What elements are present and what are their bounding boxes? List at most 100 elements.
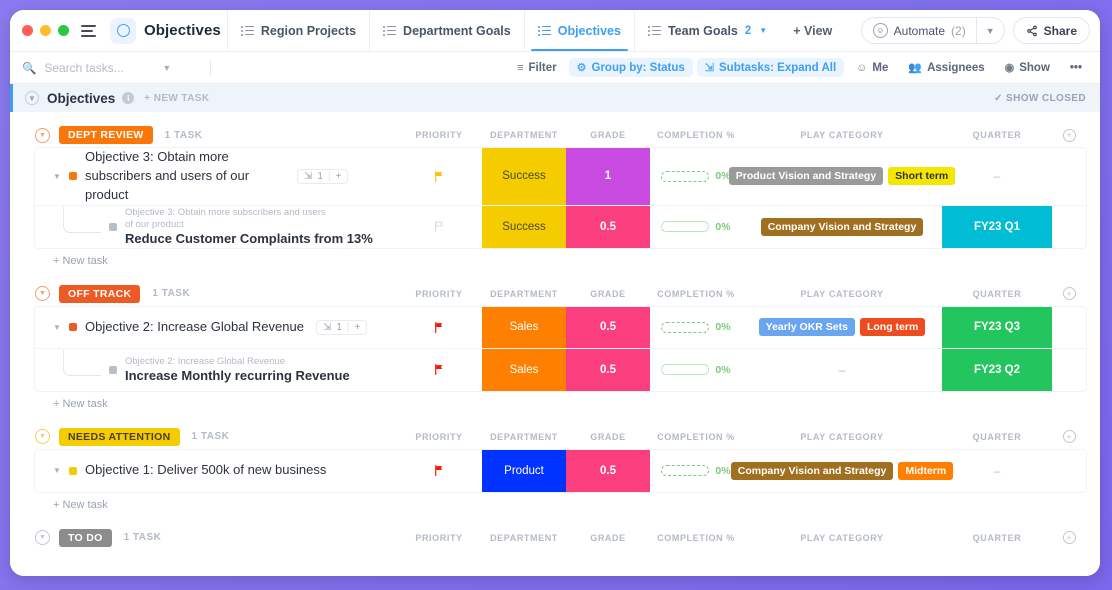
table-row[interactable]: ▼ Objective 1: Deliver 500k of new busine…: [35, 450, 1086, 492]
window-controls[interactable]: [22, 25, 69, 36]
group-by-button[interactable]: ⚙ Group by: Status: [569, 58, 693, 77]
expand-icon[interactable]: ▼: [53, 172, 61, 181]
collapse-group-icon[interactable]: ▼: [35, 128, 50, 143]
automate-button[interactable]: ☺ Automate (2) ▼: [861, 17, 1005, 44]
menu-icon[interactable]: [81, 25, 96, 37]
filter-button[interactable]: ≡ Filter: [509, 59, 565, 77]
completion-cell[interactable]: 0%: [650, 349, 742, 391]
expand-icon[interactable]: ▼: [53, 323, 61, 332]
column-header[interactable]: PRIORITY: [396, 289, 482, 299]
grade-cell[interactable]: 1: [566, 148, 650, 205]
column-header[interactable]: GRADE: [566, 289, 650, 299]
chevron-down-icon[interactable]: ▼: [162, 63, 171, 73]
tab-team-goals[interactable]: Team Goals 2 ▼: [634, 10, 780, 51]
column-header[interactable]: QUARTER: [942, 533, 1052, 543]
column-header[interactable]: GRADE: [566, 533, 650, 543]
assignees-button[interactable]: 👥 Assignees: [900, 58, 992, 77]
task-title[interactable]: Objective 2: Increase Global Revenue: [85, 318, 304, 337]
me-filter-button[interactable]: ☺ Me: [848, 59, 896, 77]
grade-cell[interactable]: 0.5: [566, 307, 650, 348]
subtask-count-badge[interactable]: ⇲1|+: [316, 320, 367, 335]
chevron-down-icon[interactable]: ▼: [759, 26, 767, 35]
row-actions[interactable]: [1052, 206, 1086, 248]
show-closed-button[interactable]: ✓ SHOW CLOSED: [994, 93, 1086, 104]
column-header[interactable]: DEPARTMENT: [482, 533, 566, 543]
column-header[interactable]: PLAY CATEGORY: [742, 130, 942, 140]
play-category-tag[interactable]: Long term: [860, 318, 925, 336]
task-title[interactable]: Reduce Customer Complaints from 13%: [125, 231, 373, 246]
new-task-row[interactable]: + New task: [10, 492, 1100, 515]
column-header[interactable]: PLAY CATEGORY: [742, 533, 942, 543]
column-header[interactable]: COMPLETION %: [650, 432, 742, 442]
completion-cell[interactable]: 0%: [650, 307, 742, 348]
tab-department-goals[interactable]: Department Goals: [369, 10, 524, 51]
priority-cell[interactable]: [396, 349, 482, 391]
task-title[interactable]: Objective 3: Obtain more subscribers and…: [85, 148, 285, 205]
collapse-group-icon[interactable]: ▼: [35, 429, 50, 444]
task-list-area[interactable]: ▼ Objectives i + NEW TASK ✓ SHOW CLOSED …: [10, 84, 1100, 576]
tab-objectives[interactable]: Objectives: [524, 10, 634, 51]
maximize-window-icon[interactable]: [58, 25, 69, 36]
subtasks-button[interactable]: ⇲ Subtasks: Expand All: [697, 58, 844, 77]
grade-cell[interactable]: 0.5: [566, 349, 650, 391]
status-dot-icon[interactable]: [69, 323, 77, 331]
status-badge[interactable]: TO DO: [59, 529, 112, 547]
quarter-cell[interactable]: –: [942, 450, 1052, 492]
task-title[interactable]: Objective 1: Deliver 500k of new busines…: [85, 461, 326, 480]
department-cell[interactable]: Product: [482, 450, 566, 492]
column-header[interactable]: COMPLETION %: [650, 289, 742, 299]
row-actions[interactable]: [1052, 148, 1086, 205]
department-cell[interactable]: Sales: [482, 349, 566, 391]
department-cell[interactable]: Sales: [482, 307, 566, 348]
column-header[interactable]: QUARTER: [942, 432, 1052, 442]
task-title[interactable]: Increase Monthly recurring Revenue: [125, 368, 350, 383]
add-column-button[interactable]: +: [1052, 287, 1086, 300]
status-dot-icon[interactable]: [109, 366, 117, 374]
add-column-button[interactable]: +: [1052, 129, 1086, 142]
status-dot-icon[interactable]: [69, 172, 77, 180]
status-badge[interactable]: DEPT REVIEW: [59, 126, 153, 144]
task-name-cell[interactable]: Objective 2: Increase Global RevenueIncr…: [35, 349, 396, 391]
collapse-section-icon[interactable]: ▼: [25, 91, 39, 105]
more-options-button[interactable]: •••: [1062, 59, 1090, 77]
quarter-cell[interactable]: FY23 Q1: [942, 206, 1052, 248]
play-category-tag[interactable]: Yearly OKR Sets: [759, 318, 855, 336]
column-header[interactable]: PRIORITY: [396, 432, 482, 442]
quarter-cell[interactable]: FY23 Q3: [942, 307, 1052, 348]
completion-cell[interactable]: 0%: [650, 206, 742, 248]
new-task-button[interactable]: + NEW TASK: [144, 93, 209, 104]
add-column-button[interactable]: +: [1052, 430, 1086, 443]
tab-region-projects[interactable]: Region Projects: [227, 10, 369, 51]
play-category-tag[interactable]: Company Vision and Strategy: [761, 218, 924, 236]
table-row[interactable]: Objective 2: Increase Global RevenueIncr…: [35, 349, 1086, 391]
completion-cell[interactable]: 0%: [650, 450, 742, 492]
column-header[interactable]: DEPARTMENT: [482, 130, 566, 140]
column-header[interactable]: GRADE: [566, 130, 650, 140]
quarter-cell[interactable]: –: [942, 148, 1052, 205]
department-cell[interactable]: Success: [482, 148, 566, 205]
column-header[interactable]: PLAY CATEGORY: [742, 289, 942, 299]
search-box[interactable]: 🔍 ▼: [22, 61, 202, 75]
add-view-button[interactable]: + View: [780, 10, 845, 51]
task-name-cell[interactable]: Objective 3: Obtain more subscribers and…: [35, 206, 396, 248]
priority-cell[interactable]: [396, 148, 482, 205]
play-category-cell[interactable]: Company Vision and Strategy: [742, 206, 942, 248]
play-category-cell[interactable]: –: [742, 349, 942, 391]
column-header[interactable]: COMPLETION %: [650, 130, 742, 140]
table-row[interactable]: Objective 3: Obtain more subscribers and…: [35, 206, 1086, 248]
status-dot-icon[interactable]: [69, 467, 77, 475]
expand-icon[interactable]: ▼: [53, 466, 61, 475]
play-category-cell[interactable]: Company Vision and StrategyMidterm: [742, 450, 942, 492]
play-category-tag[interactable]: Company Vision and Strategy: [731, 462, 894, 480]
quarter-cell[interactable]: FY23 Q2: [942, 349, 1052, 391]
status-badge[interactable]: NEEDS ATTENTION: [59, 428, 180, 446]
task-name-cell[interactable]: ▼ Objective 1: Deliver 500k of new busine…: [35, 450, 396, 492]
column-header[interactable]: PLAY CATEGORY: [742, 432, 942, 442]
status-badge[interactable]: OFF TRACK: [59, 285, 140, 303]
minimize-window-icon[interactable]: [40, 25, 51, 36]
column-header[interactable]: DEPARTMENT: [482, 289, 566, 299]
column-header[interactable]: DEPARTMENT: [482, 432, 566, 442]
new-task-row[interactable]: + New task: [10, 248, 1100, 271]
column-header[interactable]: PRIORITY: [396, 130, 482, 140]
play-category-tag[interactable]: Product Vision and Strategy: [729, 167, 883, 185]
